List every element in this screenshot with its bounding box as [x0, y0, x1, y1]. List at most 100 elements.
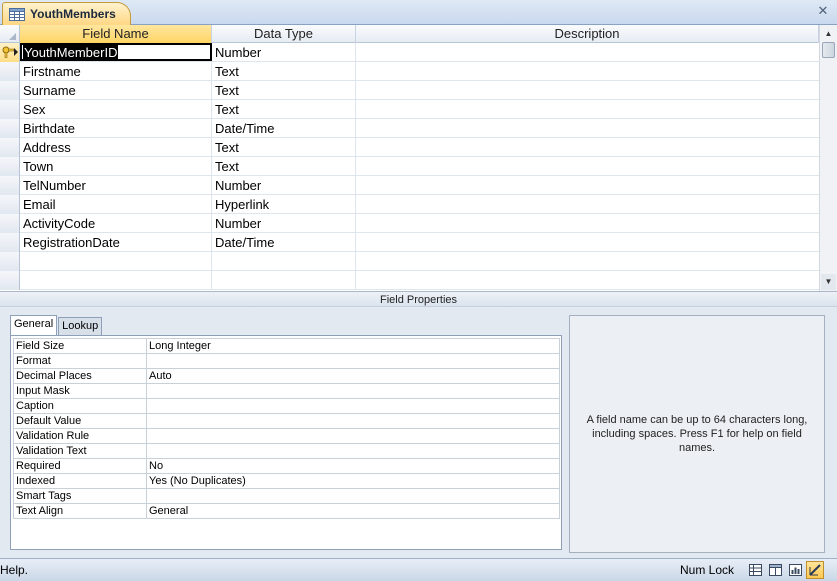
field-name-cell[interactable]: ActivityCode [20, 214, 212, 232]
property-row[interactable]: Input Mask [13, 383, 560, 399]
data-type-cell[interactable]: Text [212, 138, 356, 156]
property-value[interactable] [146, 488, 560, 504]
description-cell[interactable] [356, 233, 819, 251]
property-value[interactable] [146, 383, 560, 399]
tab-lookup[interactable]: Lookup [58, 317, 103, 335]
table-row[interactable] [0, 271, 819, 290]
grid-vertical-scrollbar[interactable]: ▲ ▼ [819, 25, 837, 291]
property-value[interactable] [146, 428, 560, 444]
table-row[interactable]: Email Hyperlink [0, 195, 819, 214]
row-selector[interactable] [0, 62, 20, 81]
property-row[interactable]: Caption [13, 398, 560, 414]
row-selector[interactable] [0, 271, 20, 290]
table-row[interactable]: RegistrationDate Date/Time [0, 233, 819, 252]
data-type-cell[interactable]: Number [212, 214, 356, 232]
field-name-cell[interactable] [20, 252, 212, 270]
property-row[interactable]: Validation Text [13, 443, 560, 459]
property-value[interactable]: General [146, 503, 560, 519]
table-row[interactable]: Address Text [0, 138, 819, 157]
scroll-down-icon[interactable]: ▼ [821, 274, 836, 290]
datasheet-view-icon[interactable] [746, 561, 764, 579]
field-name-cell[interactable]: Birthdate [20, 119, 212, 137]
row-selector[interactable] [0, 43, 20, 62]
field-name-cell[interactable]: RegistrationDate [20, 233, 212, 251]
property-row[interactable]: Indexed Yes (No Duplicates) [13, 473, 560, 489]
data-type-cell[interactable]: Number [212, 43, 356, 61]
data-type-cell[interactable]: Number [212, 176, 356, 194]
row-selector[interactable] [0, 157, 20, 176]
field-name-cell[interactable]: Town [20, 157, 212, 175]
property-row[interactable]: Default Value [13, 413, 560, 429]
property-value[interactable] [146, 413, 560, 429]
property-value[interactable]: Long Integer [146, 338, 560, 354]
table-row[interactable]: ActivityCode Number [0, 214, 819, 233]
property-row[interactable]: Required No [13, 458, 560, 474]
description-cell[interactable] [356, 138, 819, 156]
property-row[interactable]: Decimal Places Auto [13, 368, 560, 384]
property-value[interactable]: Yes (No Duplicates) [146, 473, 560, 489]
property-value[interactable] [146, 353, 560, 369]
row-selector[interactable] [0, 138, 20, 157]
description-cell[interactable] [356, 119, 819, 137]
data-type-cell[interactable]: Text [212, 100, 356, 118]
design-view-icon[interactable] [806, 561, 824, 579]
pivottable-view-icon[interactable] [766, 561, 784, 579]
document-tab-youthmembers[interactable]: YouthMembers [2, 2, 131, 25]
header-data-type[interactable]: Data Type [212, 25, 356, 43]
property-row[interactable]: Validation Rule [13, 428, 560, 444]
row-selector[interactable] [0, 119, 20, 138]
scroll-thumb[interactable] [822, 42, 835, 58]
description-cell[interactable] [356, 43, 819, 61]
scroll-up-icon[interactable]: ▲ [821, 26, 836, 42]
description-cell[interactable] [356, 214, 819, 232]
data-type-cell[interactable]: Text [212, 157, 356, 175]
property-row[interactable]: Field Size Long Integer [13, 338, 560, 354]
property-row[interactable]: Format [13, 353, 560, 369]
description-cell[interactable] [356, 62, 819, 80]
row-selector[interactable] [0, 100, 20, 119]
field-name-cell[interactable]: Firstname [20, 62, 212, 80]
row-selector[interactable] [0, 81, 20, 100]
description-cell[interactable] [356, 252, 819, 270]
property-value[interactable]: Auto [146, 368, 560, 384]
field-name-cell[interactable]: Sex [20, 100, 212, 118]
description-cell[interactable] [356, 81, 819, 99]
field-name-cell[interactable]: Surname [20, 81, 212, 99]
pivotchart-view-icon[interactable] [786, 561, 804, 579]
row-selector[interactable] [0, 252, 20, 271]
table-row[interactable]: Town Text [0, 157, 819, 176]
data-type-cell[interactable]: Date/Time [212, 119, 356, 137]
property-row[interactable]: Smart Tags [13, 488, 560, 504]
tab-general[interactable]: General [10, 315, 58, 335]
data-type-cell[interactable]: Date/Time [212, 233, 356, 251]
description-cell[interactable] [356, 100, 819, 118]
table-row[interactable]: YouthMemberID Number [0, 43, 819, 62]
property-value[interactable] [146, 443, 560, 459]
table-row[interactable]: Birthdate Date/Time [0, 119, 819, 138]
property-value[interactable] [146, 398, 560, 414]
data-type-cell[interactable]: Text [212, 62, 356, 80]
table-row[interactable]: Firstname Text [0, 62, 819, 81]
data-type-cell[interactable]: Text [212, 81, 356, 99]
field-name-cell[interactable] [20, 271, 212, 289]
description-cell[interactable] [356, 271, 819, 289]
row-selector[interactable] [0, 233, 20, 252]
data-type-cell[interactable] [212, 271, 356, 289]
table-row[interactable]: Surname Text [0, 81, 819, 100]
data-type-cell[interactable]: Hyperlink [212, 195, 356, 213]
header-field-name[interactable]: Field Name [20, 25, 212, 43]
field-name-cell[interactable]: YouthMemberID [20, 43, 212, 61]
row-selector[interactable] [0, 214, 20, 233]
field-name-cell[interactable]: Address [20, 138, 212, 156]
data-type-cell[interactable] [212, 252, 356, 270]
property-value[interactable]: No [146, 458, 560, 474]
description-cell[interactable] [356, 176, 819, 194]
field-name-cell[interactable]: Email [20, 195, 212, 213]
header-description[interactable]: Description [356, 25, 819, 43]
field-name-cell[interactable]: TelNumber [20, 176, 212, 194]
row-selector[interactable] [0, 195, 20, 214]
description-cell[interactable] [356, 195, 819, 213]
select-all-corner[interactable] [0, 25, 20, 43]
table-row[interactable] [0, 252, 819, 271]
row-selector[interactable] [0, 176, 20, 195]
